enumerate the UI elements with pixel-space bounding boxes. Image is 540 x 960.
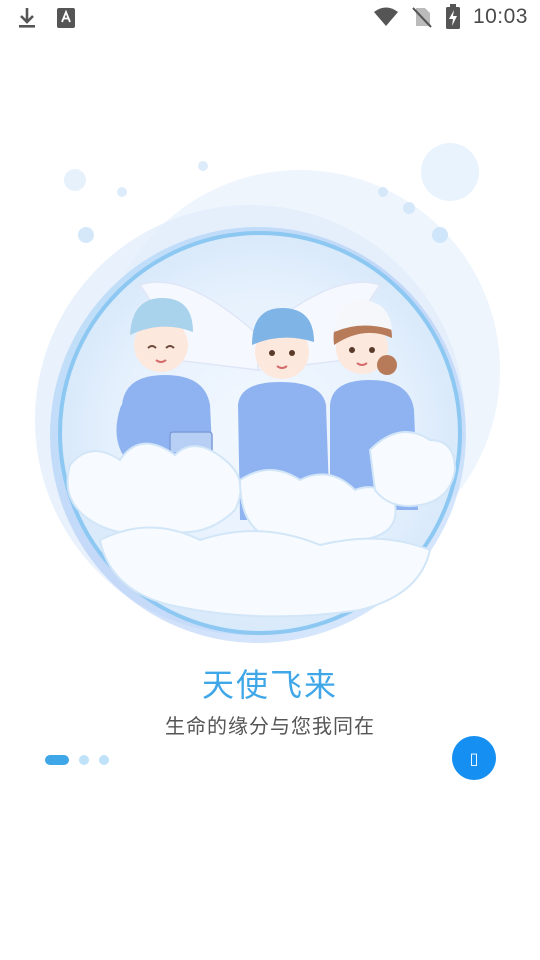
page-dot-2[interactable] [79, 755, 89, 765]
download-icon [16, 6, 38, 30]
next-button-glyph: ▯ [469, 748, 479, 768]
status-bar-left [16, 6, 76, 30]
onboarding-title: 天使飞来 [201, 666, 338, 704]
page-indicator [45, 755, 109, 765]
status-bar: 10:03 [0, 0, 540, 36]
onboarding-subtitle: 生命的缘分与您我同在 [165, 714, 375, 738]
status-time: 10:03 [472, 5, 528, 28]
next-button[interactable]: ▯ [452, 736, 496, 780]
status-bar-right: 10:03 [373, 4, 528, 30]
no-sim-icon [411, 5, 433, 29]
battery-charging-icon [445, 4, 461, 30]
page-dot-3[interactable] [99, 755, 109, 765]
page-dot-1[interactable] [45, 755, 69, 765]
nurses-illustration [0, 120, 540, 650]
onboarding-screen: 10:03 天使飞来 生命的缘分与您我同在 ▯ [0, 0, 540, 960]
wifi-icon [373, 6, 399, 28]
keyboard-a-icon [56, 7, 76, 29]
